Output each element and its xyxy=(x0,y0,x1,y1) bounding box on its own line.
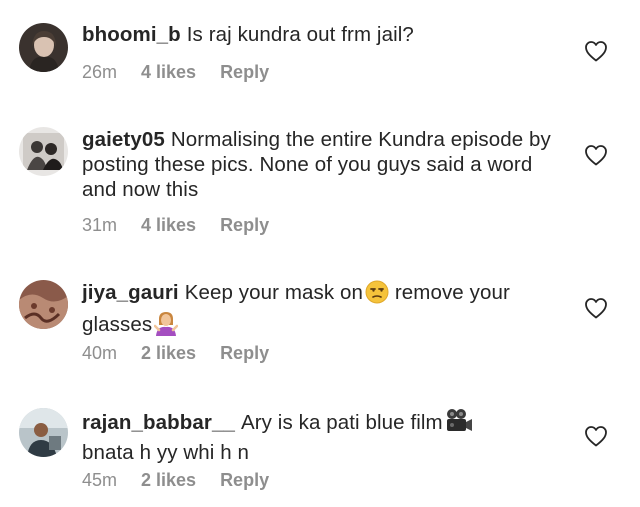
comment-text: bhoomi_b Is raj kundra out frm jail? xyxy=(82,22,572,47)
comment-body: Keep your mask on xyxy=(184,281,364,304)
timestamp: 26m xyxy=(82,62,118,82)
like-count[interactable]: 2 likes xyxy=(141,469,196,491)
reply-button[interactable]: Reply xyxy=(220,342,269,364)
reply-button[interactable]: Reply xyxy=(220,214,269,236)
heart-outline-icon[interactable] xyxy=(584,40,608,62)
avatar[interactable] xyxy=(19,280,68,329)
movie-camera-icon xyxy=(445,408,473,440)
like-count[interactable]: 4 likes xyxy=(141,214,196,236)
comment-text: jiya_gauri Keep your mask on remove your … xyxy=(82,280,572,342)
comment-item: jiya_gauri Keep your mask on remove your … xyxy=(0,245,640,375)
comment-text: rajan_babbar__ Ary is ka pati blue film bn… xyxy=(82,408,572,465)
reply-button[interactable]: Reply xyxy=(220,469,269,491)
woman-shrugging-icon xyxy=(153,310,179,342)
heart-outline-icon[interactable] xyxy=(584,297,608,319)
username[interactable]: bhoomi_b xyxy=(82,23,181,46)
comment-text: gaiety05 Normalising the entire Kundra ep… xyxy=(82,127,572,202)
heart-outline-icon[interactable] xyxy=(584,425,608,447)
avatar[interactable] xyxy=(19,408,68,457)
comment-meta: 31m 4 likes Reply xyxy=(82,214,269,236)
comment-meta: 40m 2 likes Reply xyxy=(82,342,269,364)
comment-item: rajan_babbar__ Ary is ka pati blue film bn… xyxy=(0,375,640,507)
timestamp: 31m xyxy=(82,215,118,235)
timestamp: 40m xyxy=(82,343,118,363)
like-count[interactable]: 4 likes xyxy=(141,61,196,83)
timestamp: 45m xyxy=(82,470,118,490)
avatar[interactable] xyxy=(19,23,68,72)
comment-item: bhoomi_b Is raj kundra out frm jail? 26m 4… xyxy=(0,0,640,110)
username[interactable]: jiya_gauri xyxy=(82,281,179,304)
comment-item: gaiety05 Normalising the entire Kundra ep… xyxy=(0,110,640,245)
like-count[interactable]: 2 likes xyxy=(141,342,196,364)
comment-meta: 26m 4 likes Reply xyxy=(82,61,269,83)
reply-button[interactable]: Reply xyxy=(220,61,269,83)
comment-body: Ary is ka pati blue film xyxy=(240,411,443,434)
unamused-face-icon xyxy=(365,280,389,310)
comment-body: Is raj kundra out frm jail? xyxy=(186,23,414,46)
heart-outline-icon[interactable] xyxy=(584,144,608,166)
comment-body-continued: bnata h yy whi h n xyxy=(82,441,250,464)
username[interactable]: gaiety05 xyxy=(82,128,165,151)
avatar[interactable] xyxy=(19,127,68,176)
username[interactable]: rajan_babbar__ xyxy=(82,411,235,434)
comment-meta: 45m 2 likes Reply xyxy=(82,469,269,491)
